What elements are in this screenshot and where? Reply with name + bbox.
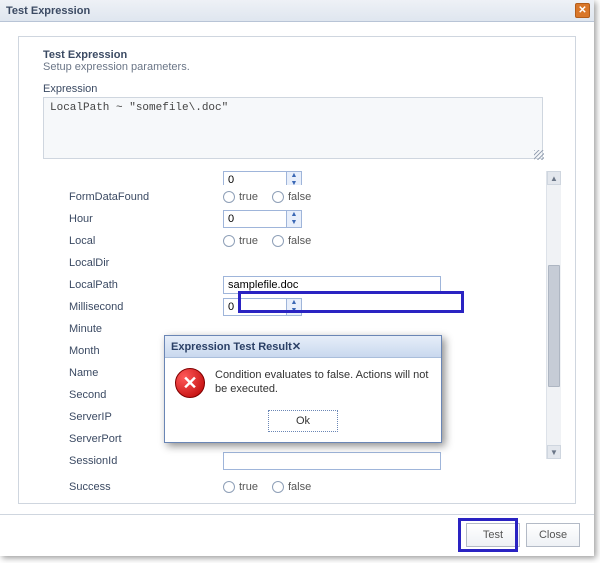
expression-textarea[interactable]: LocalPath ~ "somefile\.doc" [43, 97, 543, 159]
field-label-hour: Hour [33, 213, 223, 225]
partial-input[interactable] [224, 172, 286, 185]
modal-titlebar: Expression Test Result ✕ [165, 336, 441, 358]
list-item: LocalDir [33, 253, 546, 273]
millisecond-spinner[interactable]: ▲▼ [223, 298, 302, 316]
chevron-down-icon[interactable]: ▼ [287, 180, 301, 185]
field-label-localdir: LocalDir [33, 257, 223, 269]
chevron-down-icon[interactable]: ▼ [287, 307, 301, 315]
sessionid-input[interactable] [223, 452, 441, 470]
list-item: LocalPath [33, 275, 546, 295]
list-item: Success true false [33, 477, 546, 497]
field-label-local: Local [33, 235, 223, 247]
dialog-titlebar: Test Expression ✕ [0, 0, 594, 22]
chevron-up-icon[interactable]: ▲ [287, 211, 301, 219]
localpath-input[interactable] [223, 276, 441, 294]
test-expression-dialog: Test Expression ✕ Test Expression Setup … [0, 0, 594, 556]
ok-button[interactable]: Ok [268, 410, 338, 432]
local-true-radio[interactable] [223, 235, 235, 247]
field-label-localpath: LocalPath [33, 279, 223, 291]
list-item: ▲▼ [33, 171, 546, 185]
scroll-down-icon[interactable]: ▼ [547, 445, 561, 459]
scroll-thumb[interactable] [548, 265, 560, 387]
local-false-radio[interactable] [272, 235, 284, 247]
close-button[interactable]: Close [526, 523, 580, 547]
modal-title: Expression Test Result [171, 341, 292, 353]
close-icon[interactable]: ✕ [575, 3, 590, 18]
false-label: false [288, 235, 311, 247]
true-label: true [239, 191, 258, 203]
field-label-formdatafound: FormDataFound [33, 191, 223, 203]
modal-body: ✕ Condition evaluates to false. Actions … [165, 358, 441, 406]
panel-subtitle: Setup expression parameters. [43, 61, 561, 73]
list-item: SessionId [33, 451, 546, 471]
expression-test-result-dialog: Expression Test Result ✕ ✕ Condition eva… [164, 335, 442, 443]
list-item: Local true false [33, 231, 546, 251]
panel-header: Test Expression Setup expression paramet… [43, 49, 561, 73]
hour-input[interactable] [224, 211, 286, 227]
hour-spinner[interactable]: ▲▼ [223, 210, 302, 228]
error-icon: ✕ [175, 368, 205, 398]
field-label-success: Success [33, 481, 223, 493]
expression-label: Expression [43, 83, 561, 95]
dialog-footer: Test Close [0, 514, 594, 554]
chevron-down-icon[interactable]: ▼ [287, 219, 301, 227]
close-icon[interactable]: ✕ [292, 340, 301, 353]
true-label: true [239, 481, 258, 493]
field-label-minute: Minute [33, 323, 223, 335]
chevron-up-icon[interactable]: ▲ [287, 299, 301, 307]
formdatafound-false-radio[interactable] [272, 191, 284, 203]
formdatafound-true-radio[interactable] [223, 191, 235, 203]
field-label-sessionid: SessionId [33, 455, 223, 467]
true-label: true [239, 235, 258, 247]
scrollbar[interactable]: ▲ ▼ [546, 171, 561, 459]
dialog-title: Test Expression [6, 5, 90, 17]
list-item: Hour ▲▼ [33, 209, 546, 229]
chevron-up-icon[interactable]: ▲ [287, 172, 301, 180]
scroll-up-icon[interactable]: ▲ [547, 171, 561, 185]
field-label-millisecond: Millisecond [33, 301, 223, 313]
test-button[interactable]: Test [466, 523, 520, 547]
modal-message: Condition evaluates to false. Actions wi… [215, 368, 431, 396]
false-label: false [288, 481, 311, 493]
success-true-radio[interactable] [223, 481, 235, 493]
panel-title: Test Expression [43, 49, 561, 61]
millisecond-input[interactable] [224, 299, 286, 315]
false-label: false [288, 191, 311, 203]
list-item: Millisecond ▲▼ [33, 297, 546, 317]
resize-grip-icon[interactable] [534, 150, 544, 160]
modal-footer: Ok [165, 406, 441, 442]
list-item: FormDataFound true false [33, 187, 546, 207]
partial-spinner[interactable]: ▲▼ [223, 171, 302, 185]
success-false-radio[interactable] [272, 481, 284, 493]
